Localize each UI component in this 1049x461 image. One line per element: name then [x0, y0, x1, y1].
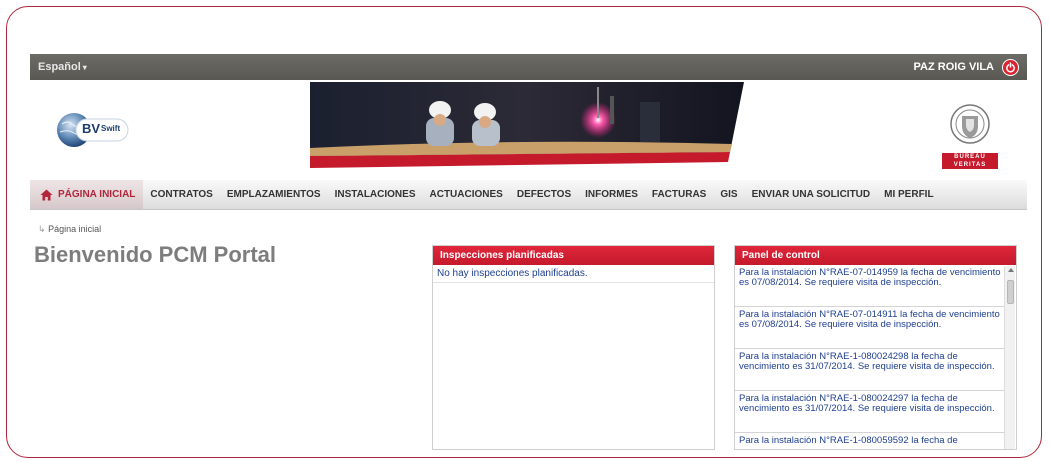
list-item[interactable]: Para la instalación N°RAE-1-080024298 la… — [735, 349, 1005, 391]
bureau-line2: VERITAS — [953, 162, 987, 168]
list-item[interactable]: Para la instalación N°RAE-1-080059592 la… — [735, 433, 1005, 449]
home-icon — [40, 189, 53, 201]
nav-item-contratos[interactable]: CONTRATOS — [143, 180, 219, 209]
header: BV Swift BUREAU VERITAS — [30, 80, 1027, 180]
breadcrumb-corner-icon: ↳ — [38, 224, 46, 234]
nav-item-facturas[interactable]: FACTURAS — [645, 180, 713, 209]
language-label: Español — [38, 61, 81, 73]
nav-item-mi-perfil[interactable]: MI PERFIL — [877, 180, 940, 209]
nav-item-instalaciones[interactable]: INSTALACIONES — [328, 180, 423, 209]
main-nav: PÁGINA INICIAL CONTRATOS EMPLAZAMIENTOS … — [30, 180, 1027, 210]
power-icon[interactable] — [1002, 58, 1019, 76]
panel-scrollbar[interactable] — [1004, 266, 1015, 449]
top-bar: Español ▾ PAZ ROIG VILA — [30, 54, 1027, 80]
list-item[interactable]: Para la instalación N°RAE-1-080024297 la… — [735, 391, 1005, 433]
seal-icon — [950, 104, 990, 144]
user-area: PAZ ROIG VILA — [914, 58, 1019, 76]
nav-label: PÁGINA INICIAL — [58, 189, 136, 200]
inspecciones-panel-title: Inspecciones planificadas — [433, 246, 714, 265]
scroll-thumb[interactable] — [1007, 280, 1014, 304]
banner-image — [310, 82, 744, 168]
logo-text: BV — [82, 121, 101, 136]
bvswift-logo[interactable]: BV Swift — [54, 110, 138, 155]
nav-item-gis[interactable]: GIS — [713, 180, 744, 209]
nav-item-defectos[interactable]: DEFECTOS — [510, 180, 578, 209]
bureau-veritas-logo[interactable]: BUREAU VERITAS — [942, 102, 998, 169]
list-item[interactable]: Para la instalación N°RAE-07-014959 la f… — [735, 265, 1005, 307]
power-glyph — [1006, 61, 1015, 72]
bureau-text: BUREAU VERITAS — [942, 153, 998, 169]
nav-item-actuaciones[interactable]: ACTUACIONES — [423, 180, 510, 209]
language-selector[interactable]: Español ▾ — [38, 61, 87, 73]
nav-item-enviar-solicitud[interactable]: ENVIAR UNA SOLICITUD — [745, 180, 878, 209]
list-item[interactable]: Para la instalación N°RAE-07-014911 la f… — [735, 307, 1005, 349]
panel-control: Panel de control Para la instalación N°R… — [734, 245, 1017, 450]
panel-control-list: Para la instalación N°RAE-07-014959 la f… — [735, 265, 1005, 449]
logo-sub: Swift — [101, 124, 121, 133]
panel-control-title: Panel de control — [735, 246, 1016, 265]
inspecciones-message: No hay inspecciones planificadas. — [433, 265, 714, 283]
caret-down-icon: ▾ — [82, 62, 87, 72]
nav-item-informes[interactable]: INFORMES — [578, 180, 645, 209]
page-title: Bienvenido PCM Portal — [34, 242, 277, 267]
nav-item-pagina-inicial[interactable]: PÁGINA INICIAL — [30, 180, 144, 209]
scroll-up-icon[interactable] — [1008, 268, 1014, 272]
breadcrumb-item[interactable]: Página inicial — [48, 224, 101, 234]
nav-item-emplazamientos[interactable]: EMPLAZAMIENTOS — [220, 180, 328, 209]
inspecciones-panel: Inspecciones planificadas No hay inspecc… — [432, 245, 715, 450]
breadcrumb: ↳ Página inicial — [38, 224, 101, 235]
user-name[interactable]: PAZ ROIG VILA — [914, 61, 994, 73]
bureau-line1: BUREAU — [954, 154, 986, 160]
